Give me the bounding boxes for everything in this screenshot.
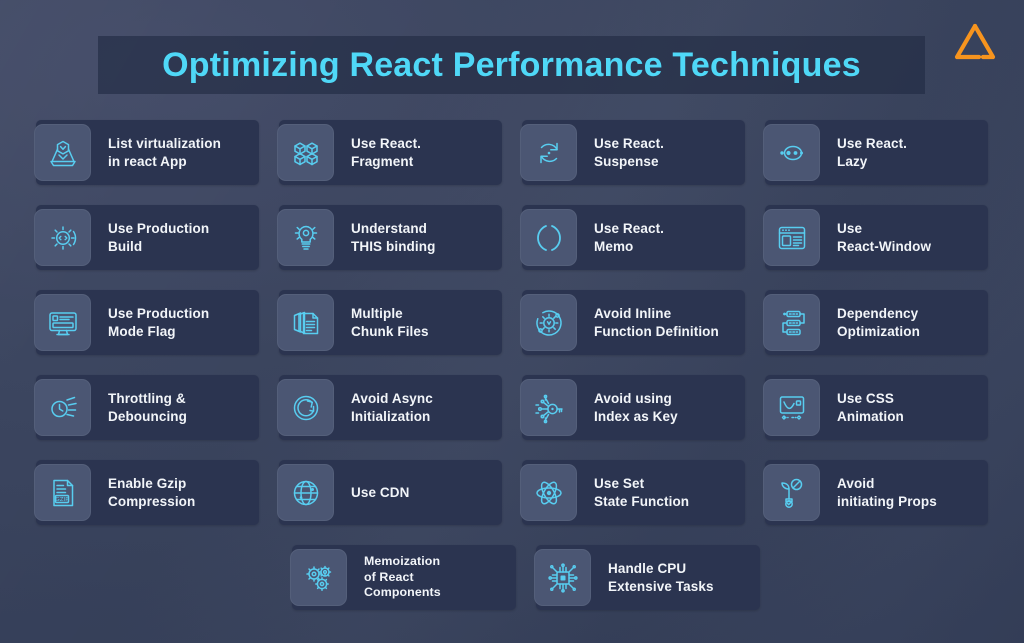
technique-card[interactable]: Avoid Inline Function Definition	[520, 290, 745, 355]
technique-label: Avoid initiating Props	[837, 475, 937, 509]
technique-row: Use Production Mode Flag Multiple Chunk …	[34, 290, 988, 355]
technique-card[interactable]: Use Production Mode Flag	[34, 290, 259, 355]
technique-card[interactable]: Use Production Build	[34, 205, 259, 270]
gzip-file-icon: GZIP	[34, 464, 91, 521]
technique-label: Avoid Inline Function Definition	[594, 305, 719, 339]
technique-label: Use Production Mode Flag	[108, 305, 210, 339]
technique-card[interactable]: Avoid Async Initialization	[277, 375, 502, 440]
blocks-icon	[277, 124, 334, 181]
technique-label: List virtualization in react App	[108, 135, 221, 169]
gears-memo-icon	[290, 549, 347, 606]
globe-icon	[277, 464, 334, 521]
browser-window-icon	[763, 209, 820, 266]
technique-label: Avoid using Index as Key	[594, 390, 678, 424]
technique-card[interactable]: Dependency Optimization	[763, 290, 988, 355]
technique-card[interactable]: Use CSS Animation	[763, 375, 988, 440]
triangle-logo	[953, 21, 997, 61]
technique-card[interactable]: Use React. Suspense	[520, 120, 745, 185]
technique-label: Use Production Build	[108, 220, 210, 254]
technique-label: Use Set State Function	[594, 475, 690, 509]
technique-label: Use CDN	[351, 484, 410, 500]
monitor-icon	[34, 294, 91, 351]
technique-label: Memoization of React Components	[364, 554, 441, 600]
circuit-key-icon	[520, 379, 577, 436]
technique-card[interactable]: GZIP Enable Gzip Compression	[34, 460, 259, 525]
technique-label: Dependency Optimization	[837, 305, 920, 339]
stacked-files-icon	[277, 294, 334, 351]
dependency-nodes-icon	[763, 294, 820, 351]
technique-row: Use Production Build Understand THIS bin…	[34, 205, 988, 270]
technique-label: Use React-Window	[837, 220, 932, 254]
refresh-cycle-icon	[520, 124, 577, 181]
title-panel: Optimizing React Performance Techniques	[98, 36, 925, 94]
technique-card[interactable]: List virtualization in react App	[34, 120, 259, 185]
technique-label: Use React. Memo	[594, 220, 665, 254]
technique-label: Use React. Lazy	[837, 135, 908, 169]
technique-card[interactable]: Understand THIS binding	[277, 205, 502, 270]
technique-row: GZIP Enable Gzip Compression Use CDN Use…	[34, 460, 988, 525]
technique-label: Use React. Suspense	[594, 135, 665, 169]
react-atom-icon	[520, 464, 577, 521]
technique-card[interactable]: Multiple Chunk Files	[277, 290, 502, 355]
infographic-page: Optimizing React Performance Techniques …	[0, 0, 1024, 643]
header: Optimizing React Performance Techniques	[0, 0, 1024, 118]
technique-label: Throttling & Debouncing	[108, 390, 187, 424]
technique-grid: List virtualization in react App Use Rea…	[34, 120, 988, 630]
orbit-dots-icon	[763, 124, 820, 181]
animation-curve-icon	[763, 379, 820, 436]
lightbulb-idea-icon	[277, 209, 334, 266]
technique-label: Enable Gzip Compression	[108, 475, 196, 509]
technique-label: Use CSS Animation	[837, 390, 904, 424]
technique-row: Throttling & Debouncing Avoid Async Init…	[34, 375, 988, 440]
technique-label: Understand THIS binding	[351, 220, 436, 254]
cpu-chip-icon	[534, 549, 591, 606]
technique-card[interactable]: Throttling & Debouncing	[34, 375, 259, 440]
technique-card[interactable]: Use React. Lazy	[763, 120, 988, 185]
technique-card[interactable]: Use React. Memo	[520, 205, 745, 270]
page-title: Optimizing React Performance Techniques	[162, 46, 861, 84]
virtualization-icon	[34, 124, 91, 181]
technique-card[interactable]: Avoid using Index as Key	[520, 375, 745, 440]
technique-label: Use React. Fragment	[351, 135, 422, 169]
circular-arrow-icon	[277, 379, 334, 436]
technique-card[interactable]: Memoization of React Components	[290, 545, 516, 610]
technique-label: Avoid Async Initialization	[351, 390, 433, 424]
technique-card[interactable]: Use React-Window	[763, 205, 988, 270]
technique-card[interactable]: Handle CPU Extensive Tasks	[534, 545, 760, 610]
technique-row: List virtualization in react App Use Rea…	[34, 120, 988, 185]
parentheses-icon	[520, 209, 577, 266]
speed-clock-icon	[34, 379, 91, 436]
technique-label: Handle CPU Extensive Tasks	[608, 560, 714, 594]
technique-card[interactable]: Use React. Fragment	[277, 120, 502, 185]
technique-card[interactable]: Use CDN	[277, 460, 502, 525]
gear-code-icon	[34, 209, 91, 266]
technique-row: Memoization of React Components Handle C…	[290, 545, 988, 610]
no-sprout-icon	[763, 464, 820, 521]
svg-text:GZIP: GZIP	[55, 497, 69, 503]
technique-card[interactable]: Use Set State Function	[520, 460, 745, 525]
technique-card[interactable]: Avoid initiating Props	[763, 460, 988, 525]
technique-label: Multiple Chunk Files	[351, 305, 429, 339]
gear-orbit-icon	[520, 294, 577, 351]
